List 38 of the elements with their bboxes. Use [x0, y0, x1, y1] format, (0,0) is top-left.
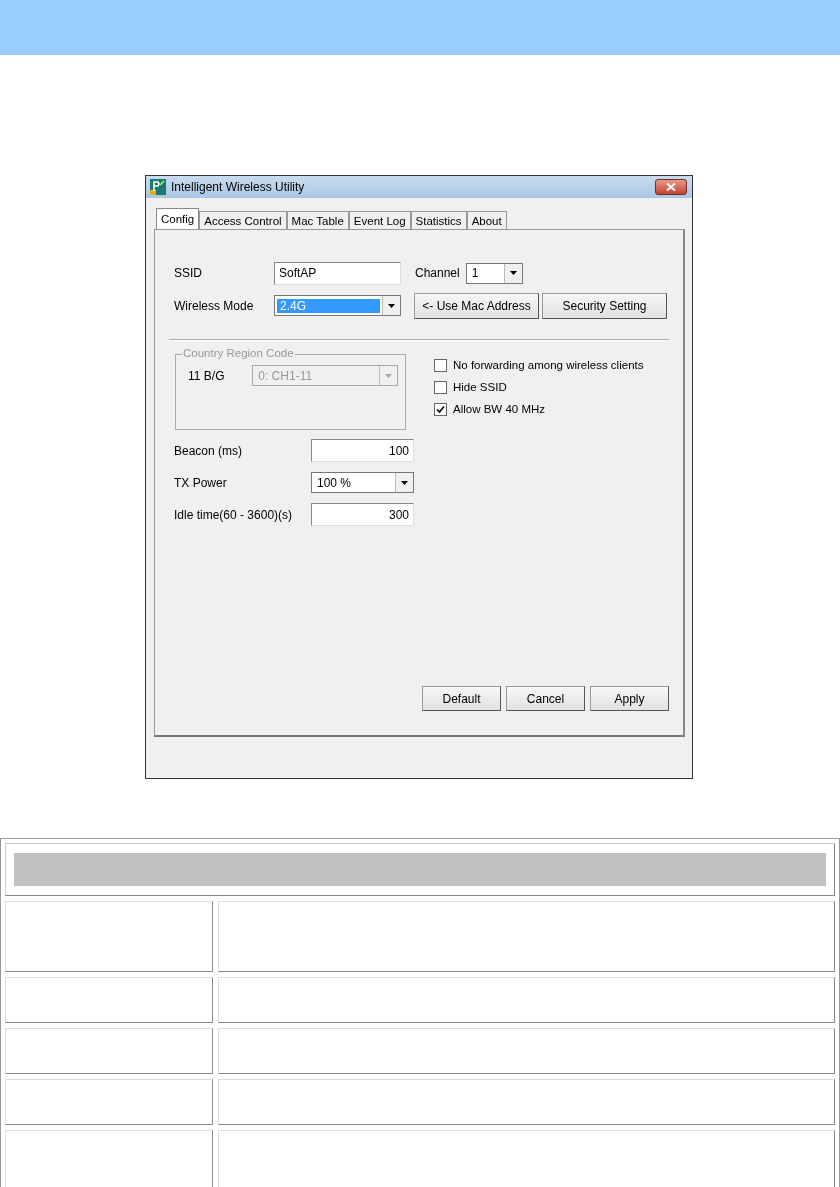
close-button[interactable] [655, 179, 687, 195]
dialog-button[interactable]: Apply [590, 686, 669, 711]
dialog-button[interactable]: Default [422, 686, 501, 711]
channel-dropdown[interactable]: 1 [465, 262, 523, 284]
field-label: 11 B/G [188, 368, 226, 383]
field-label: Beacon (ms) [173, 443, 244, 458]
tab[interactable]: Mac Table [286, 211, 349, 229]
checkbox[interactable] [434, 380, 447, 394]
group-title: Country Region Code [182, 347, 295, 359]
action-button[interactable]: <- Use Mac Address [414, 292, 539, 319]
checkbox-label: No forwarding among wireless clients [453, 359, 644, 371]
tab[interactable]: About [466, 211, 507, 229]
checkbox[interactable] [434, 358, 447, 372]
tab[interactable]: Config [156, 208, 200, 229]
field-label: Wireless Mode [173, 298, 255, 313]
number-field[interactable]: 300 [311, 503, 414, 526]
field-label: Channel [415, 266, 460, 280]
dropdown-arrow-icon [385, 373, 392, 378]
dropdown-arrow-icon [388, 303, 395, 308]
field-label: SSID [173, 266, 203, 280]
checkbox-label: Allow BW 40 MHz [453, 403, 546, 415]
field-label: Idle time(60 - 3600)(s) [173, 507, 294, 522]
window-title: Intelligent Wireless Utility [171, 180, 306, 194]
tab[interactable]: Event Log [348, 211, 411, 229]
number-field[interactable]: 100 [311, 439, 414, 462]
tab[interactable]: Access Control [199, 211, 287, 229]
action-button[interactable]: Security Setting [542, 292, 667, 319]
field-label: TX Power [173, 475, 228, 490]
checkbox-label: Hide SSID [453, 381, 507, 393]
power-dropdown[interactable]: 100 % [311, 472, 414, 493]
dialog-button[interactable]: Cancel [506, 686, 585, 711]
app-icon [150, 179, 166, 195]
dropdown-arrow-icon [509, 271, 517, 275]
dropdown-arrow-icon [401, 480, 408, 485]
tab[interactable]: Statistics [410, 211, 467, 229]
checkbox[interactable] [434, 402, 447, 416]
close-icon [666, 183, 676, 191]
ssid-field[interactable]: SoftAP [274, 261, 401, 285]
